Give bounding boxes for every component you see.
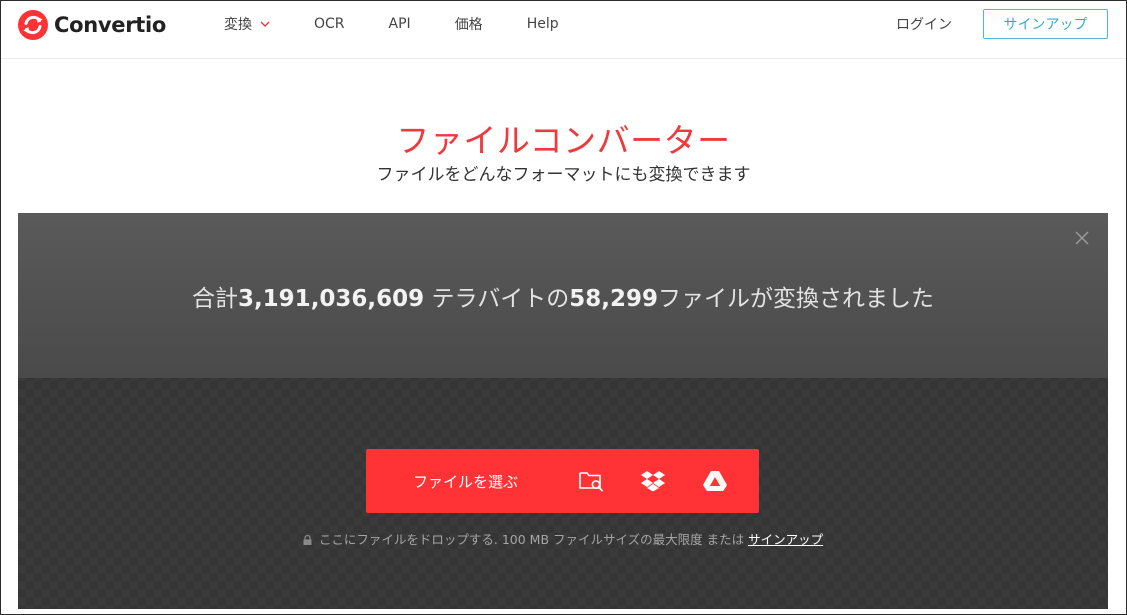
top-header: Convertio 変換 OCR API 価格 Help ログイン サインアップ — [1, 1, 1126, 59]
nav-item-convert[interactable]: 変換 — [224, 14, 270, 34]
nav-item-ocr[interactable]: OCR — [314, 16, 345, 32]
folder-search-icon[interactable] — [578, 469, 604, 493]
drop-hint-text: ここにファイルをドロップする. 100 MB ファイルサイズの最大限度 または — [318, 532, 749, 547]
signup-button[interactable]: サインアップ — [983, 9, 1108, 39]
logo-link[interactable]: Convertio — [18, 9, 166, 41]
nav-item-api[interactable]: API — [389, 16, 411, 32]
stats-files: 58,299 — [569, 286, 659, 312]
login-link[interactable]: ログイン — [896, 14, 952, 34]
convertio-logo-icon — [18, 10, 48, 40]
browser-frame: Convertio 変換 OCR API 価格 Help ログイン サインアップ… — [0, 0, 1127, 615]
choose-files-button[interactable]: ファイルを選ぶ — [413, 471, 518, 492]
nav-item-help[interactable]: Help — [527, 16, 559, 32]
choose-files-bar: ファイルを選ぶ — [366, 449, 759, 513]
drop-hint: ここにファイルをドロップする. 100 MB ファイルサイズの最大限度 または … — [18, 529, 1108, 548]
stats-mid: テラバイトの — [424, 286, 570, 312]
stats-bytes: 3,191,036,609 — [237, 286, 425, 312]
stats-banner: 合計3,191,036,609 テラバイトの58,299ファイルが変換されました — [18, 213, 1108, 378]
close-icon[interactable] — [1073, 229, 1091, 247]
nav-item-pricing[interactable]: 価格 — [455, 14, 483, 34]
dropbox-icon[interactable] — [640, 469, 666, 493]
lock-icon — [303, 535, 312, 545]
converter-panel: 合計3,191,036,609 テラバイトの58,299ファイルが変換されました… — [18, 213, 1108, 609]
google-drive-icon[interactable] — [702, 469, 728, 493]
page-subtitle: ファイルをどんなフォーマットにも変換できます — [376, 165, 751, 185]
main-nav: 変換 OCR API 価格 Help — [224, 1, 603, 46]
conversion-stats: 合計3,191,036,609 テラバイトの58,299ファイルが変換されました — [18, 279, 1108, 313]
logo-text: Convertio — [54, 13, 167, 37]
page-title: ファイルコンバーター — [396, 121, 731, 160]
drop-signup-link[interactable]: サインアップ — [748, 532, 823, 547]
stats-suffix: ファイルが変換されました — [658, 286, 935, 312]
chevron-down-icon — [260, 21, 270, 27]
stats-prefix: 合計 — [191, 286, 238, 312]
nav-label-convert: 変換 — [224, 16, 252, 33]
